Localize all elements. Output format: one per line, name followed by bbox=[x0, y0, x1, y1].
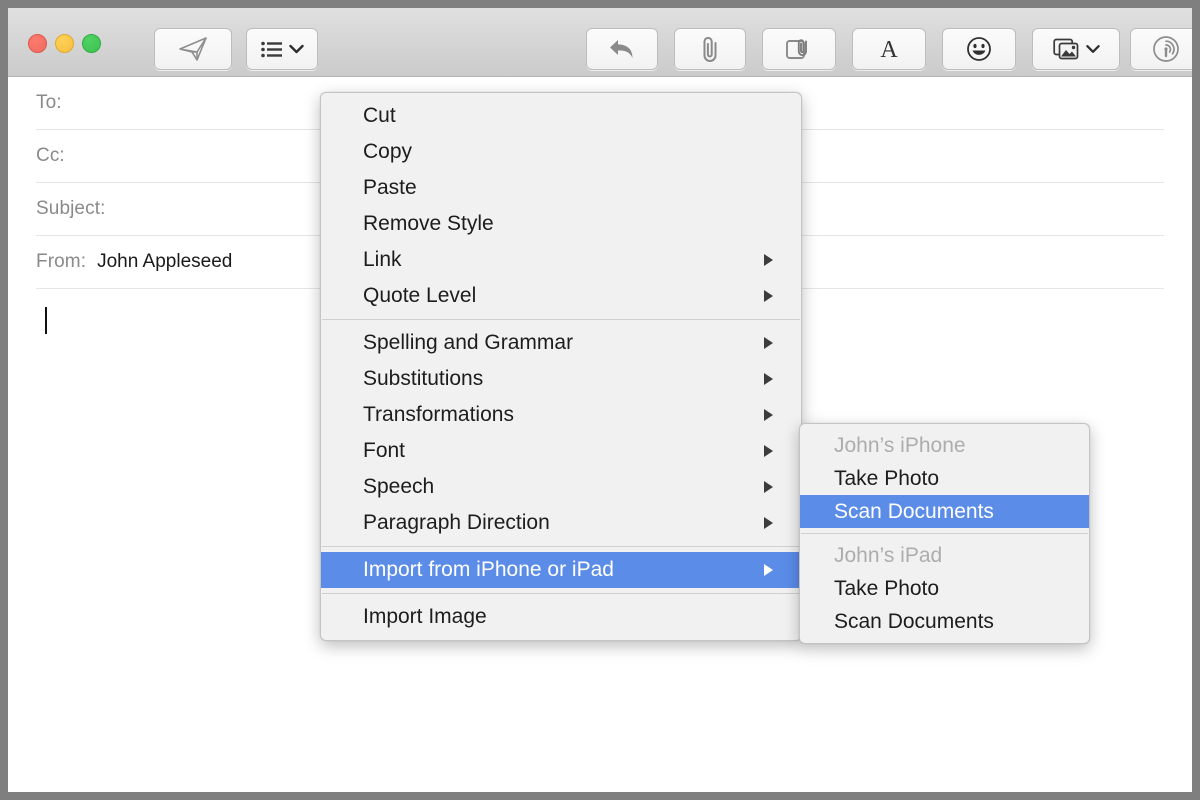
emoji-smiley-icon bbox=[966, 36, 992, 62]
submenu-item-label: John’s iPhone bbox=[834, 434, 966, 458]
mail-compose-window: A bbox=[8, 8, 1192, 792]
submenu-arrow-icon bbox=[764, 564, 773, 576]
markup-paperclip-icon bbox=[784, 36, 814, 62]
format-button[interactable]: A bbox=[852, 28, 926, 70]
chevron-down-icon bbox=[289, 44, 304, 54]
menu-item-label: Spelling and Grammar bbox=[363, 331, 573, 355]
send-paper-plane-icon bbox=[178, 36, 208, 62]
submenu-item-iphone-scan-documents[interactable]: Scan Documents bbox=[800, 495, 1089, 528]
menu-item-import-image[interactable]: Import Image bbox=[321, 599, 801, 635]
submenu-arrow-icon bbox=[764, 481, 773, 493]
emoji-button[interactable] bbox=[942, 28, 1016, 70]
menu-separator bbox=[801, 533, 1088, 534]
menu-item-label: Cut bbox=[363, 104, 396, 128]
maximize-window-button[interactable] bbox=[82, 34, 101, 53]
photo-browser-button[interactable] bbox=[1032, 28, 1120, 70]
menu-item-font[interactable]: Font bbox=[321, 433, 801, 469]
screenshot-root: A bbox=[0, 0, 1200, 800]
submenu-arrow-icon bbox=[764, 517, 773, 529]
menu-item-copy[interactable]: Copy bbox=[321, 134, 801, 170]
menu-item-substitutions[interactable]: Substitutions bbox=[321, 361, 801, 397]
paperclip-attach-icon bbox=[698, 35, 722, 63]
submenu-arrow-icon bbox=[764, 337, 773, 349]
submenu-item-label: Scan Documents bbox=[834, 610, 994, 634]
list-header-fields-icon bbox=[261, 41, 283, 58]
menu-item-label: Paragraph Direction bbox=[363, 511, 550, 535]
window-controls bbox=[28, 34, 101, 53]
menu-item-speech[interactable]: Speech bbox=[321, 469, 801, 505]
text-cursor bbox=[45, 307, 47, 334]
import-device-submenu: John’s iPhone Take Photo Scan Documents … bbox=[799, 423, 1090, 644]
menu-item-label: Copy bbox=[363, 140, 412, 164]
menu-separator bbox=[322, 593, 800, 594]
window-titlebar: A bbox=[8, 8, 1192, 77]
reply-button[interactable] bbox=[586, 28, 658, 70]
format-letter-a-icon: A bbox=[878, 36, 900, 62]
to-field-label: To: bbox=[36, 92, 62, 114]
cc-field-label: Cc: bbox=[36, 145, 65, 167]
menu-item-label: Transformations bbox=[363, 403, 514, 427]
menu-item-paragraph-direction[interactable]: Paragraph Direction bbox=[321, 505, 801, 541]
submenu-arrow-icon bbox=[764, 445, 773, 457]
submenu-item-iphone-take-photo[interactable]: Take Photo bbox=[800, 462, 1089, 495]
menu-separator bbox=[322, 319, 800, 320]
svg-text:A: A bbox=[880, 37, 898, 62]
menu-item-transformations[interactable]: Transformations bbox=[321, 397, 801, 433]
menu-item-label: Import from iPhone or iPad bbox=[363, 558, 614, 582]
submenu-item-label: Scan Documents bbox=[834, 500, 994, 524]
menu-item-label: Link bbox=[363, 248, 402, 272]
submenu-item-label: Take Photo bbox=[834, 577, 939, 601]
context-menu: Cut Copy Paste Remove Style Link Quote L… bbox=[320, 92, 802, 641]
from-field-value[interactable]: John Appleseed bbox=[97, 251, 232, 273]
reply-arrow-icon bbox=[607, 36, 637, 62]
menu-item-remove-style[interactable]: Remove Style bbox=[321, 206, 801, 242]
markup-button[interactable] bbox=[762, 28, 836, 70]
from-field-label: From: bbox=[36, 251, 86, 273]
submenu-item-ipad-scan-documents[interactable]: Scan Documents bbox=[800, 605, 1089, 638]
menu-item-label: Remove Style bbox=[363, 212, 494, 236]
menu-item-label: Paste bbox=[363, 176, 417, 200]
submenu-header-johns-iphone: John’s iPhone bbox=[800, 429, 1089, 462]
menu-item-link[interactable]: Link bbox=[321, 242, 801, 278]
attach-button[interactable] bbox=[674, 28, 746, 70]
menu-item-cut[interactable]: Cut bbox=[321, 98, 801, 134]
photo-browser-icon bbox=[1053, 37, 1081, 61]
menu-item-label: Speech bbox=[363, 475, 434, 499]
submenu-arrow-icon bbox=[764, 290, 773, 302]
menu-item-quote-level[interactable]: Quote Level bbox=[321, 278, 801, 314]
submenu-arrow-icon bbox=[764, 254, 773, 266]
menu-item-label: Import Image bbox=[363, 605, 487, 629]
menu-item-label: Quote Level bbox=[363, 284, 476, 308]
minimize-window-button[interactable] bbox=[55, 34, 74, 53]
chevron-down-icon bbox=[1086, 44, 1100, 54]
menu-item-import-from-iphone-or-ipad[interactable]: Import from iPhone or iPad bbox=[321, 552, 801, 588]
airdrop-icon bbox=[1152, 35, 1180, 63]
submenu-arrow-icon bbox=[764, 373, 773, 385]
menu-item-spelling-and-grammar[interactable]: Spelling and Grammar bbox=[321, 325, 801, 361]
menu-separator bbox=[322, 546, 800, 547]
submenu-header-johns-ipad: John’s iPad bbox=[800, 539, 1089, 572]
menu-item-label: Font bbox=[363, 439, 405, 463]
menu-item-paste[interactable]: Paste bbox=[321, 170, 801, 206]
submenu-item-label: John’s iPad bbox=[834, 544, 942, 568]
subject-field-label: Subject: bbox=[36, 198, 105, 220]
header-fields-button[interactable] bbox=[246, 28, 318, 70]
close-window-button[interactable] bbox=[28, 34, 47, 53]
submenu-item-ipad-take-photo[interactable]: Take Photo bbox=[800, 572, 1089, 605]
airdrop-button[interactable] bbox=[1130, 28, 1192, 70]
submenu-item-label: Take Photo bbox=[834, 467, 939, 491]
send-button[interactable] bbox=[154, 28, 232, 70]
submenu-arrow-icon bbox=[764, 409, 773, 421]
menu-item-label: Substitutions bbox=[363, 367, 483, 391]
